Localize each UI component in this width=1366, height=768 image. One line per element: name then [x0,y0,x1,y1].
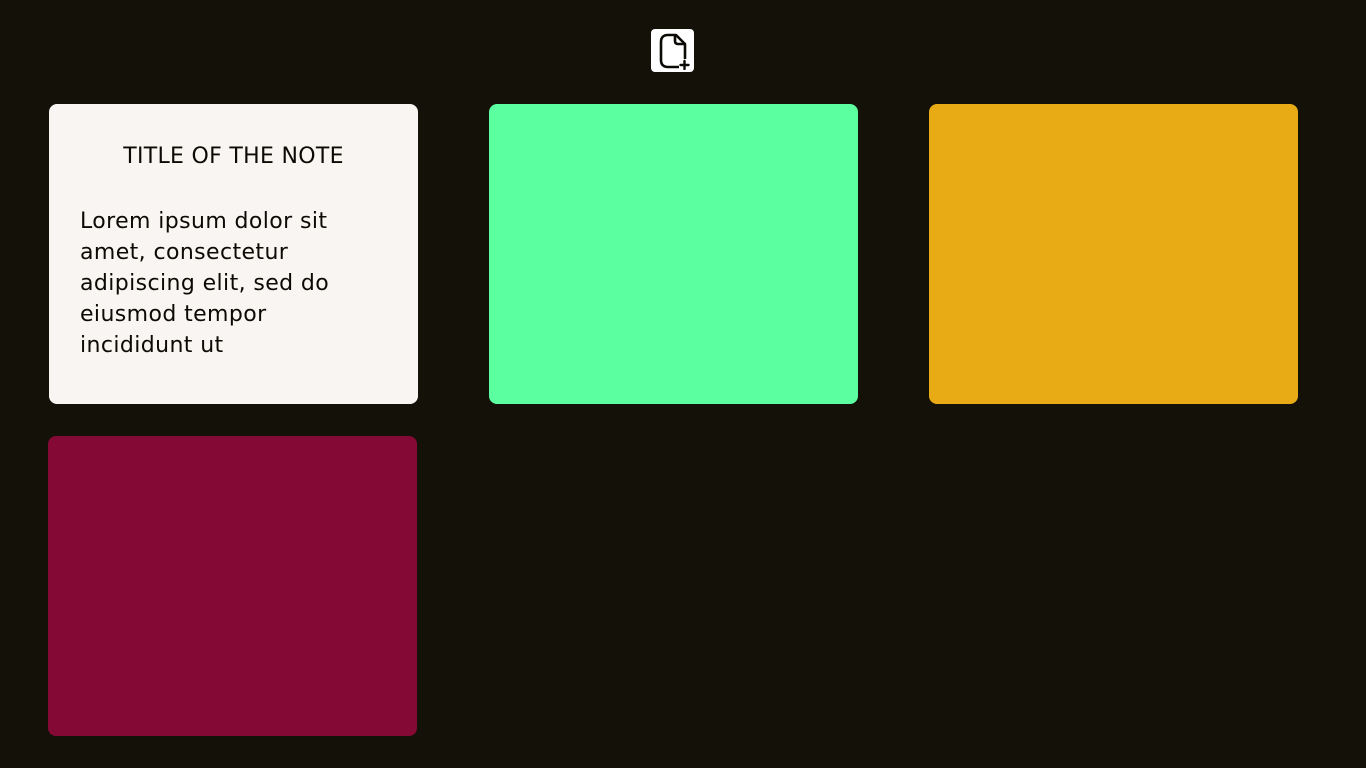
note-card[interactable] [48,436,417,736]
note-card[interactable] [489,104,858,404]
note-card[interactable]: TITLE OF THE NOTE Lorem ipsum dolor sit … [49,104,418,404]
file-plus-icon [656,32,690,70]
note-title: TITLE OF THE NOTE [123,144,344,169]
note-card[interactable] [929,104,1298,404]
note-body: Lorem ipsum dolor sit amet, consectetur … [80,209,330,358]
notes-page: TITLE OF THE NOTE Lorem ipsum dolor sit … [0,0,1366,768]
new-note-button[interactable] [651,29,694,72]
